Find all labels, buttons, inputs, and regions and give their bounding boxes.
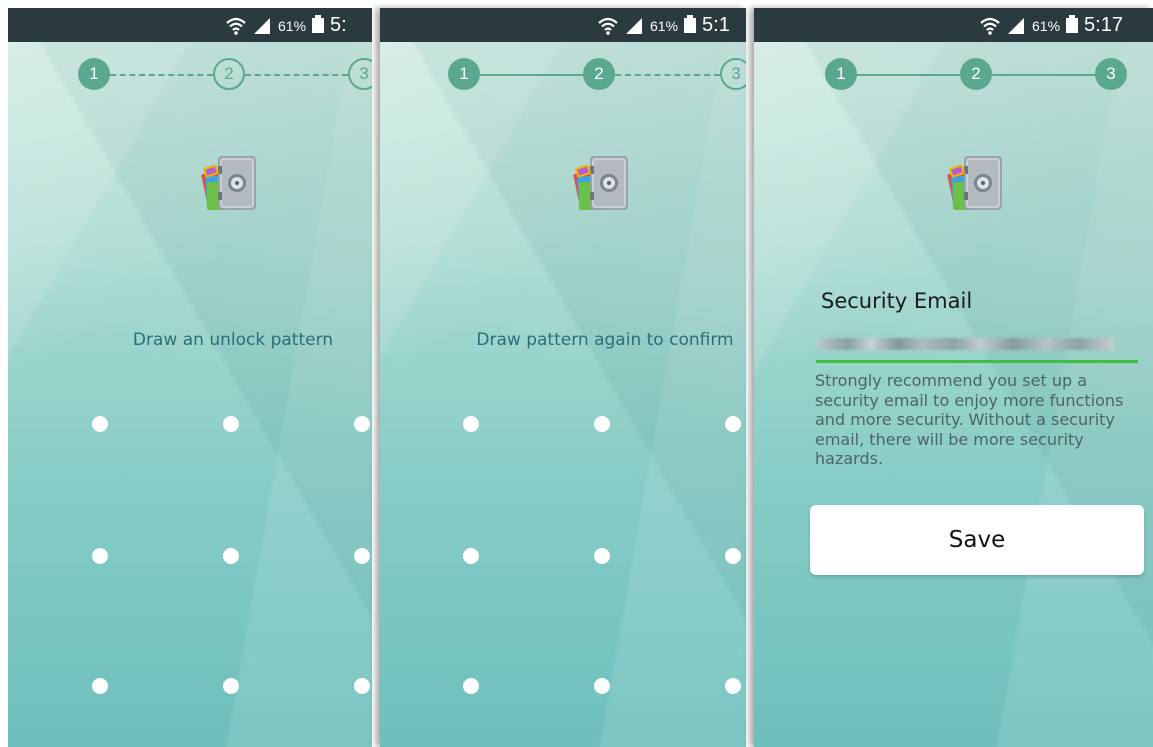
app-lock-vault-icon <box>198 152 262 216</box>
save-button[interactable]: Save <box>810 505 1144 575</box>
wifi-icon <box>980 17 1000 35</box>
pattern-dot[interactable] <box>354 548 370 564</box>
step-3: 3 <box>720 58 746 90</box>
pattern-dot[interactable] <box>92 416 108 432</box>
pattern-dot[interactable] <box>92 548 108 564</box>
pattern-prompt: Draw an unlock pattern <box>132 330 334 350</box>
step-3: 3 <box>1095 58 1127 90</box>
status-icons: 61% 5:17 <box>980 14 1123 37</box>
status-icons: 61% 5: <box>226 14 347 37</box>
app-lock-vault-icon <box>944 152 1008 216</box>
security-email-input[interactable] <box>816 330 1138 363</box>
clock: 5:17 <box>1084 14 1123 36</box>
pattern-dot[interactable] <box>354 678 370 694</box>
signal-icon <box>1006 17 1026 35</box>
security-email-helper-text: Strongly recommend you set up a security… <box>815 371 1124 468</box>
security-email-title: Security Email <box>821 289 973 313</box>
pattern-dot[interactable] <box>725 678 741 694</box>
pattern-dot[interactable] <box>594 678 610 694</box>
step-indicator: 1 2 3 <box>448 58 746 92</box>
step-2: 2 <box>583 58 615 90</box>
app-lock-vault-icon <box>570 152 634 216</box>
step-indicator: 1 2 3 <box>78 58 372 92</box>
wifi-icon <box>598 17 618 35</box>
status-bar: 61% 5:1 <box>380 8 746 42</box>
pattern-dot[interactable] <box>594 548 610 564</box>
step-connector <box>110 74 213 76</box>
pattern-dot[interactable] <box>92 678 108 694</box>
pattern-dot[interactable] <box>594 416 610 432</box>
pattern-prompt: Draw pattern again to confirm <box>476 330 734 350</box>
pattern-dot[interactable] <box>223 678 239 694</box>
wifi-icon <box>226 17 246 35</box>
pattern-dot[interactable] <box>463 416 479 432</box>
status-bar: 61% 5: <box>8 8 372 42</box>
step-3: 3 <box>348 58 372 90</box>
clock: 5: <box>330 14 347 36</box>
pattern-dot[interactable] <box>725 416 741 432</box>
step-connector <box>480 74 583 76</box>
step-connector <box>615 74 720 76</box>
step-2: 2 <box>960 58 992 90</box>
step-1: 1 <box>825 58 857 90</box>
step-connector <box>245 74 348 76</box>
pattern-dot[interactable] <box>725 548 741 564</box>
pattern-dot[interactable] <box>354 416 370 432</box>
pattern-dot[interactable] <box>463 678 479 694</box>
setup-panel-confirm-pattern: 61% 5:1 1 2 3 Draw pattern again to conf… <box>380 8 746 747</box>
clock: 5:1 <box>702 14 730 36</box>
signal-icon <box>624 17 644 35</box>
step-connector <box>857 74 960 76</box>
battery-icon <box>312 15 325 33</box>
signal-icon <box>252 17 272 35</box>
step-connector <box>992 74 1095 76</box>
battery-percent: 61% <box>278 17 307 34</box>
pattern-dot[interactable] <box>223 416 239 432</box>
status-bar: 61% 5:17 <box>754 8 1153 42</box>
pattern-dot[interactable] <box>463 548 479 564</box>
battery-icon <box>684 15 697 33</box>
step-1: 1 <box>448 58 480 90</box>
battery-icon <box>1066 15 1079 33</box>
blurred-email-value <box>818 338 1114 350</box>
battery-percent: 61% <box>650 17 679 34</box>
battery-percent: 61% <box>1032 17 1061 34</box>
setup-panel-security-email: 61% 5:17 1 2 3 Security Email Strongly r… <box>754 8 1153 747</box>
step-1: 1 <box>78 58 110 90</box>
step-2: 2 <box>213 58 245 90</box>
step-indicator: 1 2 3 <box>825 58 1135 92</box>
setup-panel-unlock-pattern: 61% 5: 1 2 3 Draw an unlock pattern <box>8 8 372 747</box>
pattern-dot[interactable] <box>223 548 239 564</box>
status-icons: 61% 5:1 <box>598 14 730 37</box>
